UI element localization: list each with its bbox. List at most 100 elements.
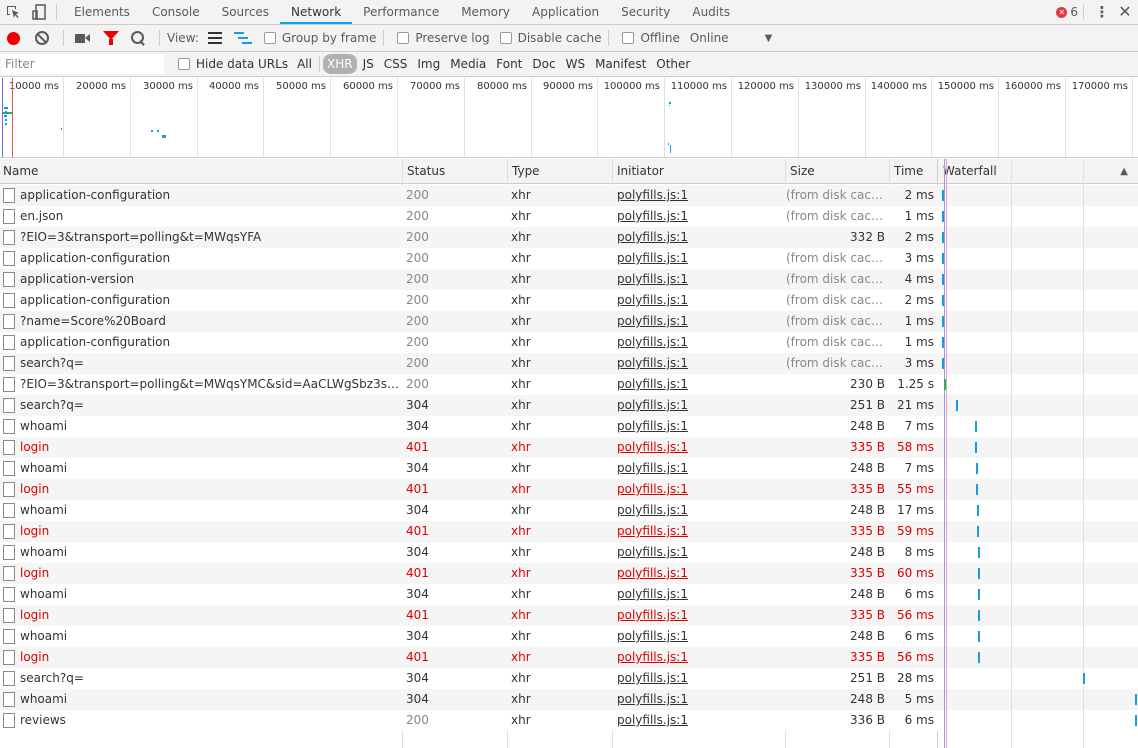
initiator-link[interactable]: polyfills.js:1	[617, 605, 782, 626]
tab-network[interactable]: Network	[280, 0, 353, 24]
initiator-link[interactable]: polyfills.js:1	[617, 437, 782, 458]
request-name-cell[interactable]: application-configuration	[3, 248, 401, 269]
tab-application[interactable]: Application	[521, 0, 610, 24]
request-name-cell[interactable]: login	[3, 521, 401, 542]
initiator-link[interactable]: polyfills.js:1	[617, 647, 782, 668]
request-name-cell[interactable]: login	[3, 479, 401, 500]
waterfall-bar[interactable]	[942, 316, 944, 327]
waterfall-bar[interactable]	[956, 400, 958, 411]
device-toolbar-icon[interactable]	[26, 0, 52, 24]
capture-screenshots-icon[interactable]	[75, 31, 91, 45]
initiator-link[interactable]: polyfills.js:1	[617, 458, 782, 479]
waterfall-bar[interactable]	[977, 505, 979, 516]
request-name-cell[interactable]: ?EIO=3&transport=polling&t=MWqsYMC&sid=A…	[3, 374, 401, 395]
filter-type-xhr[interactable]: XHR	[322, 54, 357, 74]
search-icon[interactable]	[131, 31, 145, 45]
initiator-link[interactable]: polyfills.js:1	[617, 416, 782, 437]
column-header-time[interactable]: Time	[891, 159, 923, 184]
preserve-log-checkbox[interactable]	[397, 32, 410, 44]
timeline-overview[interactable]: 10000 ms 20000 ms 30000 ms 40000 ms 50000 ms…	[0, 78, 1138, 158]
waterfall-bar[interactable]	[942, 358, 944, 369]
request-name-cell[interactable]: ?name=Score%20Board	[3, 311, 401, 332]
request-name-cell[interactable]: whoami	[3, 416, 401, 437]
offline-checkbox[interactable]	[622, 32, 635, 44]
initiator-link[interactable]: polyfills.js:1	[617, 563, 782, 584]
waterfall-bar[interactable]	[978, 610, 980, 621]
waterfall-bar[interactable]	[978, 568, 980, 579]
filter-type-manifest[interactable]: Manifest	[591, 54, 650, 74]
tab-elements[interactable]: Elements	[63, 0, 141, 24]
large-rows-icon[interactable]	[207, 32, 222, 44]
column-header-size[interactable]: Size	[787, 159, 815, 184]
waterfall-bar[interactable]	[975, 442, 977, 453]
tab-security[interactable]: Security	[610, 0, 681, 24]
waterfall-bar[interactable]	[975, 421, 977, 432]
waterfall-bar[interactable]	[978, 631, 980, 642]
inspect-element-icon[interactable]	[0, 0, 26, 24]
group-by-frame-checkbox[interactable]	[263, 32, 276, 44]
initiator-link[interactable]: polyfills.js:1	[617, 206, 782, 227]
initiator-link[interactable]: polyfills.js:1	[617, 542, 782, 563]
initiator-link[interactable]: polyfills.js:1	[617, 311, 782, 332]
initiator-link[interactable]: polyfills.js:1	[617, 248, 782, 269]
disable-cache-checkbox[interactable]	[499, 32, 512, 44]
initiator-link[interactable]: polyfills.js:1	[617, 353, 782, 374]
request-name-cell[interactable]: whoami	[3, 500, 401, 521]
filter-type-js[interactable]: JS	[359, 54, 378, 74]
waterfall-bar[interactable]	[1083, 673, 1085, 684]
initiator-link[interactable]: polyfills.js:1	[617, 500, 782, 521]
filter-type-font[interactable]: Font	[492, 54, 526, 74]
waterfall-bar[interactable]	[978, 652, 980, 663]
column-header-name[interactable]: Name	[0, 159, 38, 184]
close-icon[interactable]: ✕	[1112, 0, 1138, 24]
clear-icon[interactable]	[35, 31, 49, 45]
tab-sources[interactable]: Sources	[211, 0, 280, 24]
waterfall-bar[interactable]	[977, 526, 979, 537]
filter-type-other[interactable]: Other	[652, 54, 694, 74]
waterfall-bar[interactable]	[942, 211, 944, 222]
tab-memory[interactable]: Memory	[450, 0, 521, 24]
error-count-badge[interactable]: ✕ 6	[1056, 5, 1084, 19]
waterfall-bar[interactable]	[976, 463, 978, 474]
request-name-cell[interactable]: whoami	[3, 626, 401, 647]
request-name-cell[interactable]: search?q=	[3, 668, 401, 689]
request-name-cell[interactable]: search?q=	[3, 395, 401, 416]
initiator-link[interactable]: polyfills.js:1	[617, 227, 782, 248]
waterfall-bar[interactable]	[942, 232, 944, 243]
waterfall-bar[interactable]	[942, 274, 944, 285]
filter-type-doc[interactable]: Doc	[528, 54, 559, 74]
request-name-cell[interactable]: application-version	[3, 269, 401, 290]
request-name-cell[interactable]: whoami	[3, 542, 401, 563]
throttling-select[interactable]: Online ▼	[690, 31, 772, 45]
filter-type-img[interactable]: Img	[413, 54, 444, 74]
waterfall-bar[interactable]	[1135, 694, 1137, 705]
waterfall-bar[interactable]	[942, 253, 944, 264]
waterfall-bar[interactable]	[978, 589, 980, 600]
request-name-cell[interactable]: en.json	[3, 206, 401, 227]
filter-type-css[interactable]: CSS	[380, 54, 412, 74]
waterfall-bar[interactable]	[978, 547, 980, 558]
request-name-cell[interactable]: application-configuration	[3, 332, 401, 353]
overview-waterfall-icon[interactable]	[233, 32, 252, 44]
initiator-link[interactable]: polyfills.js:1	[617, 689, 782, 710]
waterfall-bar[interactable]	[942, 295, 944, 306]
initiator-link[interactable]: polyfills.js:1	[617, 185, 782, 206]
column-header-status[interactable]: Status	[404, 159, 445, 184]
request-name-cell[interactable]: search?q=	[3, 353, 401, 374]
hide-data-urls-checkbox[interactable]	[178, 58, 190, 70]
request-name-cell[interactable]: reviews	[3, 710, 401, 731]
filter-type-ws[interactable]: WS	[562, 54, 589, 74]
request-name-cell[interactable]: whoami	[3, 689, 401, 710]
column-header-type[interactable]: Type	[509, 159, 540, 184]
filter-type-all[interactable]: All	[293, 54, 316, 74]
request-name-cell[interactable]: whoami	[3, 584, 401, 605]
request-name-cell[interactable]: application-configuration	[3, 290, 401, 311]
waterfall-bar[interactable]	[944, 379, 946, 390]
request-name-cell[interactable]: login	[3, 647, 401, 668]
initiator-link[interactable]: polyfills.js:1	[617, 290, 782, 311]
initiator-link[interactable]: polyfills.js:1	[617, 584, 782, 605]
initiator-link[interactable]: polyfills.js:1	[617, 479, 782, 500]
kebab-menu-icon[interactable]: ⋮	[1092, 0, 1112, 24]
initiator-link[interactable]: polyfills.js:1	[617, 269, 782, 290]
filter-icon[interactable]	[103, 31, 119, 45]
